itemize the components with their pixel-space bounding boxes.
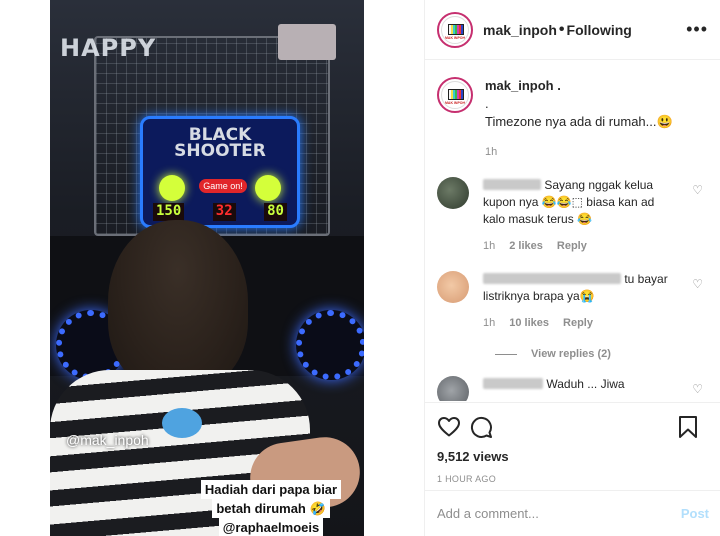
heart-icon[interactable]: ♡ [692,183,703,197]
caption-username[interactable]: mak_inpoh . [485,78,561,93]
add-comment-bar: Post [425,490,720,536]
action-icons [437,411,709,443]
comment-text-1: tu bayar [624,272,668,286]
score-pill: Game on! [199,179,247,193]
comment-text-1: Waduh ... Jiwa [546,377,625,391]
more-horizontal-icon[interactable]: ••• [686,19,708,40]
comment-text-1: Sayang nggak kelua [544,178,654,192]
blurred-username[interactable] [483,179,541,190]
caption: MAK INPOH mak_inpoh . . Timezone nya ada… [437,77,709,161]
bookmark-icon [679,416,697,438]
led-ring-right [296,310,364,380]
video-caption-sticker: Hadiah dari papa biar betah dirumah 🤣 @r… [196,480,346,536]
post-button[interactable]: Post [681,506,709,521]
avatar[interactable] [437,271,469,303]
wall-sign [278,24,336,60]
scoreboard-light-left [159,175,185,201]
view-replies-button[interactable]: View replies (2) [495,348,709,360]
comment-body: Sayang nggak kelua kupon nya 😂😂⬚ biasa k… [483,177,673,255]
post-media: HAPPY BLACK SHOOTER Game on! 150 32 80 @… [0,0,424,536]
digits-right: 80 [264,203,287,221]
comments-list[interactable]: MAK INPOH mak_inpoh . . Timezone nya ada… [425,61,720,401]
view-replies-label: View replies (2) [531,348,611,360]
like-button[interactable] [437,411,469,443]
reply-button[interactable]: Reply [557,238,587,255]
shirt-patch [162,408,202,438]
comment-button[interactable] [469,411,501,443]
comment-meta: 1h 10 likes Reply [483,315,673,332]
scoreboard-title: BLACK SHOOTER [174,125,266,161]
caption-avatar[interactable]: MAK INPOH [437,77,473,113]
divider [495,353,517,355]
comment-text-2: kupon nya 😂😂⬚ biasa kan ad [483,195,655,209]
comment-icon [470,416,492,438]
heart-icon [438,417,460,437]
comment-text-2: listriknya brapa ya😭 [483,289,595,303]
caption-body: mak_inpoh . . Timezone nya ada di rumah.… [485,77,673,161]
caption-line-1: . [485,96,489,111]
comment-text-3: kalo masuk terus 😂 [483,212,592,226]
avatar[interactable]: MAK INPOH [437,11,473,48]
happy-sign: HAPPY [60,34,157,62]
list-item: Waduh ... Jiwa ♡ [437,376,709,401]
list-item: Sayang nggak kelua kupon nya 😂😂⬚ biasa k… [437,177,709,255]
post-timestamp[interactable]: 1 HOUR AGO [437,474,709,484]
comment-time[interactable]: 1h [483,315,495,332]
comment-body: tu bayar listriknya brapa ya😭 1h 10 like… [483,271,673,332]
heart-icon[interactable]: ♡ [692,382,703,396]
blurred-username[interactable] [483,378,543,389]
post-header: MAK INPOH mak_inpoh • Following ••• [425,0,720,60]
separator-dot: • [558,20,565,38]
list-item: tu bayar listriknya brapa ya😭 1h 10 like… [437,271,709,332]
comment-input[interactable] [437,506,681,521]
child-head [108,220,248,390]
avatar[interactable] [437,177,469,209]
comment-body: Waduh ... Jiwa [483,376,673,401]
reply-button[interactable]: Reply [563,315,593,332]
post-username[interactable]: mak_inpoh [483,22,557,38]
video-watermark: @mak_inpoh [66,432,149,448]
sticker-line-2: betah dirumah 🤣 [212,499,330,518]
scoreboard: BLACK SHOOTER Game on! 150 32 80 [140,116,300,228]
caption-time[interactable]: 1h [485,143,673,161]
tv-logo-icon: MAK INPOH [441,81,469,109]
avatar[interactable] [437,376,469,401]
comment-likes[interactable]: 10 likes [509,315,549,332]
heart-icon[interactable]: ♡ [692,277,703,291]
following-button[interactable]: Following [567,22,632,38]
post-sidebar: MAK INPOH mak_inpoh • Following ••• MAK … [424,0,720,536]
score-digits: 150 32 80 [153,203,287,221]
scoreboard-light-right [255,175,281,201]
comment-meta: 1h 2 likes Reply [483,238,673,255]
sticker-line-1: Hadiah dari papa biar [200,480,342,499]
video-player[interactable]: HAPPY BLACK SHOOTER Game on! 150 32 80 @… [50,0,364,536]
tv-logo-icon: MAK INPOH [441,15,469,44]
save-button[interactable] [677,411,709,443]
digits-left: 150 [153,203,185,221]
view-count[interactable]: 9,512 views [437,449,709,464]
comment-time[interactable]: 1h [483,238,495,255]
digits-mid: 32 [212,203,236,221]
blurred-username[interactable] [483,273,621,284]
comment-likes[interactable]: 2 likes [509,238,543,255]
action-bar: 9,512 views 1 HOUR AGO [425,402,720,484]
caption-line-2: Timezone nya ada di rumah...😃 [485,114,673,129]
sticker-line-3: @raphaelmoeis [218,518,324,536]
